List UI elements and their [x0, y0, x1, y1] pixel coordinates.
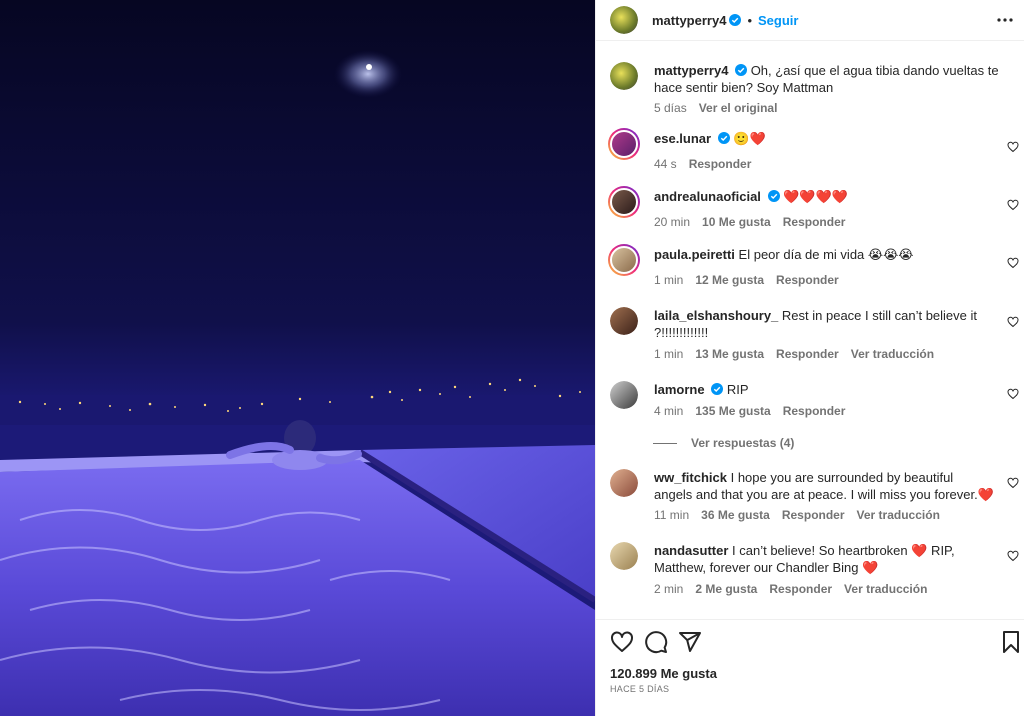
commenter-username[interactable]: paula.peiretti	[654, 247, 735, 262]
commenter-username[interactable]: ese.lunar	[654, 131, 711, 146]
reply-button[interactable]: Responder	[783, 215, 846, 229]
comment-time: 11 min	[654, 508, 690, 522]
bookmark-icon[interactable]	[999, 630, 1023, 654]
verified-icon	[717, 132, 730, 144]
comment-time: 1 min	[654, 347, 684, 361]
comment-likes[interactable]: 36 Me gusta	[701, 508, 770, 522]
commenter-avatar[interactable]	[610, 542, 638, 570]
author-avatar[interactable]	[610, 6, 638, 34]
commenter-avatar[interactable]	[610, 469, 638, 497]
comment-likes[interactable]: 2 Me gusta	[695, 582, 757, 596]
comment-item: paula.peiretti El peor día de mi vida 😭😭…	[608, 244, 1024, 290]
comment-likes[interactable]: 12 Me gusta	[695, 273, 764, 287]
verified-icon	[711, 383, 724, 395]
reply-button[interactable]: Responder	[776, 347, 839, 361]
see-original-link[interactable]: Ver el original	[699, 101, 778, 115]
commenter-avatar[interactable]	[608, 186, 640, 218]
commenter-avatar[interactable]	[608, 244, 640, 276]
comment-text: RIP	[726, 382, 749, 397]
comment-item: andrealunaoficial ❤️❤️❤️❤️ 20 min 10 Me …	[608, 186, 1024, 232]
heart-icon[interactable]	[1007, 257, 1019, 269]
heart-icon[interactable]	[1007, 477, 1019, 489]
heart-icon[interactable]	[1007, 550, 1019, 562]
caption-time: 5 días	[654, 101, 687, 115]
caption-avatar[interactable]	[610, 62, 638, 90]
post-actions	[596, 630, 1024, 654]
reply-button[interactable]: Responder	[776, 273, 839, 287]
comment-time: 2 min	[654, 582, 684, 596]
heart-icon[interactable]	[610, 630, 634, 654]
comment-text: 🙂❤️	[733, 131, 766, 146]
commenter-avatar[interactable]	[610, 307, 638, 335]
more-icon[interactable]	[995, 10, 1015, 30]
verified-icon	[735, 64, 748, 76]
verified-icon	[729, 14, 742, 26]
comment-likes[interactable]: 135 Me gusta	[695, 404, 770, 418]
post-photo[interactable]	[0, 0, 595, 716]
likes-count[interactable]: 120.899 Me gusta	[610, 666, 717, 681]
view-replies-label: Ver respuestas (4)	[691, 436, 795, 450]
reply-button[interactable]: Responder	[769, 582, 832, 596]
follow-button[interactable]: Seguir	[758, 13, 798, 28]
commenter-avatar[interactable]	[610, 381, 638, 409]
replies-line	[653, 442, 677, 444]
commenter-avatar[interactable]	[608, 128, 640, 160]
caption-username[interactable]: mattyperry4	[654, 63, 728, 78]
commenter-username[interactable]: andrealunaoficial	[654, 189, 761, 204]
heart-icon[interactable]	[1007, 388, 1019, 400]
comment-text: El peor día de mi vida 😭😭😭	[738, 247, 914, 262]
share-icon[interactable]	[678, 630, 702, 654]
comments-list[interactable]: mattyperry4 Oh, ¿así que el agua tibia d…	[596, 41, 1024, 619]
translate-button[interactable]: Ver traducción	[844, 582, 927, 596]
post-date: HACE 5 DÍAS	[610, 684, 670, 694]
comment-item: lamorne RIP 4 min 135 Me gusta Responder	[610, 381, 1024, 425]
translate-button[interactable]: Ver traducción	[851, 347, 934, 361]
comment-item: laila_elshanshoury_ Rest in peace I stil…	[610, 307, 1024, 367]
comment-item: ese.lunar 🙂❤️ 44 s Responder	[608, 128, 1024, 174]
reply-button[interactable]: Responder	[783, 404, 846, 418]
instagram-post: mattyperry4 • Seguir mattyperry4 Oh, ¿as…	[0, 0, 1024, 716]
post-header: mattyperry4 • Seguir	[596, 0, 1024, 40]
heart-icon[interactable]	[1007, 141, 1019, 153]
author-username[interactable]: mattyperry4	[652, 13, 726, 28]
caption: mattyperry4 Oh, ¿así que el agua tibia d…	[610, 62, 1024, 122]
actions-divider	[596, 619, 1024, 620]
reply-button[interactable]: Responder	[782, 508, 845, 522]
comment-icon[interactable]	[644, 630, 668, 654]
comment-time: 44 s	[654, 157, 677, 171]
post-side-panel: mattyperry4 • Seguir mattyperry4 Oh, ¿as…	[595, 0, 1024, 716]
header-separator: •	[747, 12, 752, 28]
comment-item: ww_fitchick I hope you are surrounded by…	[610, 469, 1024, 529]
comment-item: nandasutter I can’t believe! So heartbro…	[610, 542, 1024, 602]
commenter-username[interactable]: laila_elshanshoury_	[654, 308, 778, 323]
commenter-username[interactable]: lamorne	[654, 382, 705, 397]
commenter-username[interactable]: nandasutter	[654, 543, 728, 558]
photo-night-pool	[0, 0, 595, 716]
comment-time: 20 min	[654, 215, 691, 229]
heart-icon[interactable]	[1007, 316, 1019, 328]
verified-icon	[767, 190, 780, 202]
commenter-username[interactable]: ww_fitchick	[654, 470, 727, 485]
heart-icon[interactable]	[1007, 199, 1019, 211]
translate-button[interactable]: Ver traducción	[857, 508, 940, 522]
comment-text: ❤️❤️❤️❤️	[783, 189, 848, 204]
comment-likes[interactable]: 10 Me gusta	[702, 215, 771, 229]
comment-time: 1 min	[654, 273, 684, 287]
comment-time: 4 min	[654, 404, 684, 418]
view-replies-button[interactable]: Ver respuestas (4)	[653, 436, 794, 450]
comment-likes[interactable]: 13 Me gusta	[695, 347, 764, 361]
reply-button[interactable]: Responder	[689, 157, 752, 171]
